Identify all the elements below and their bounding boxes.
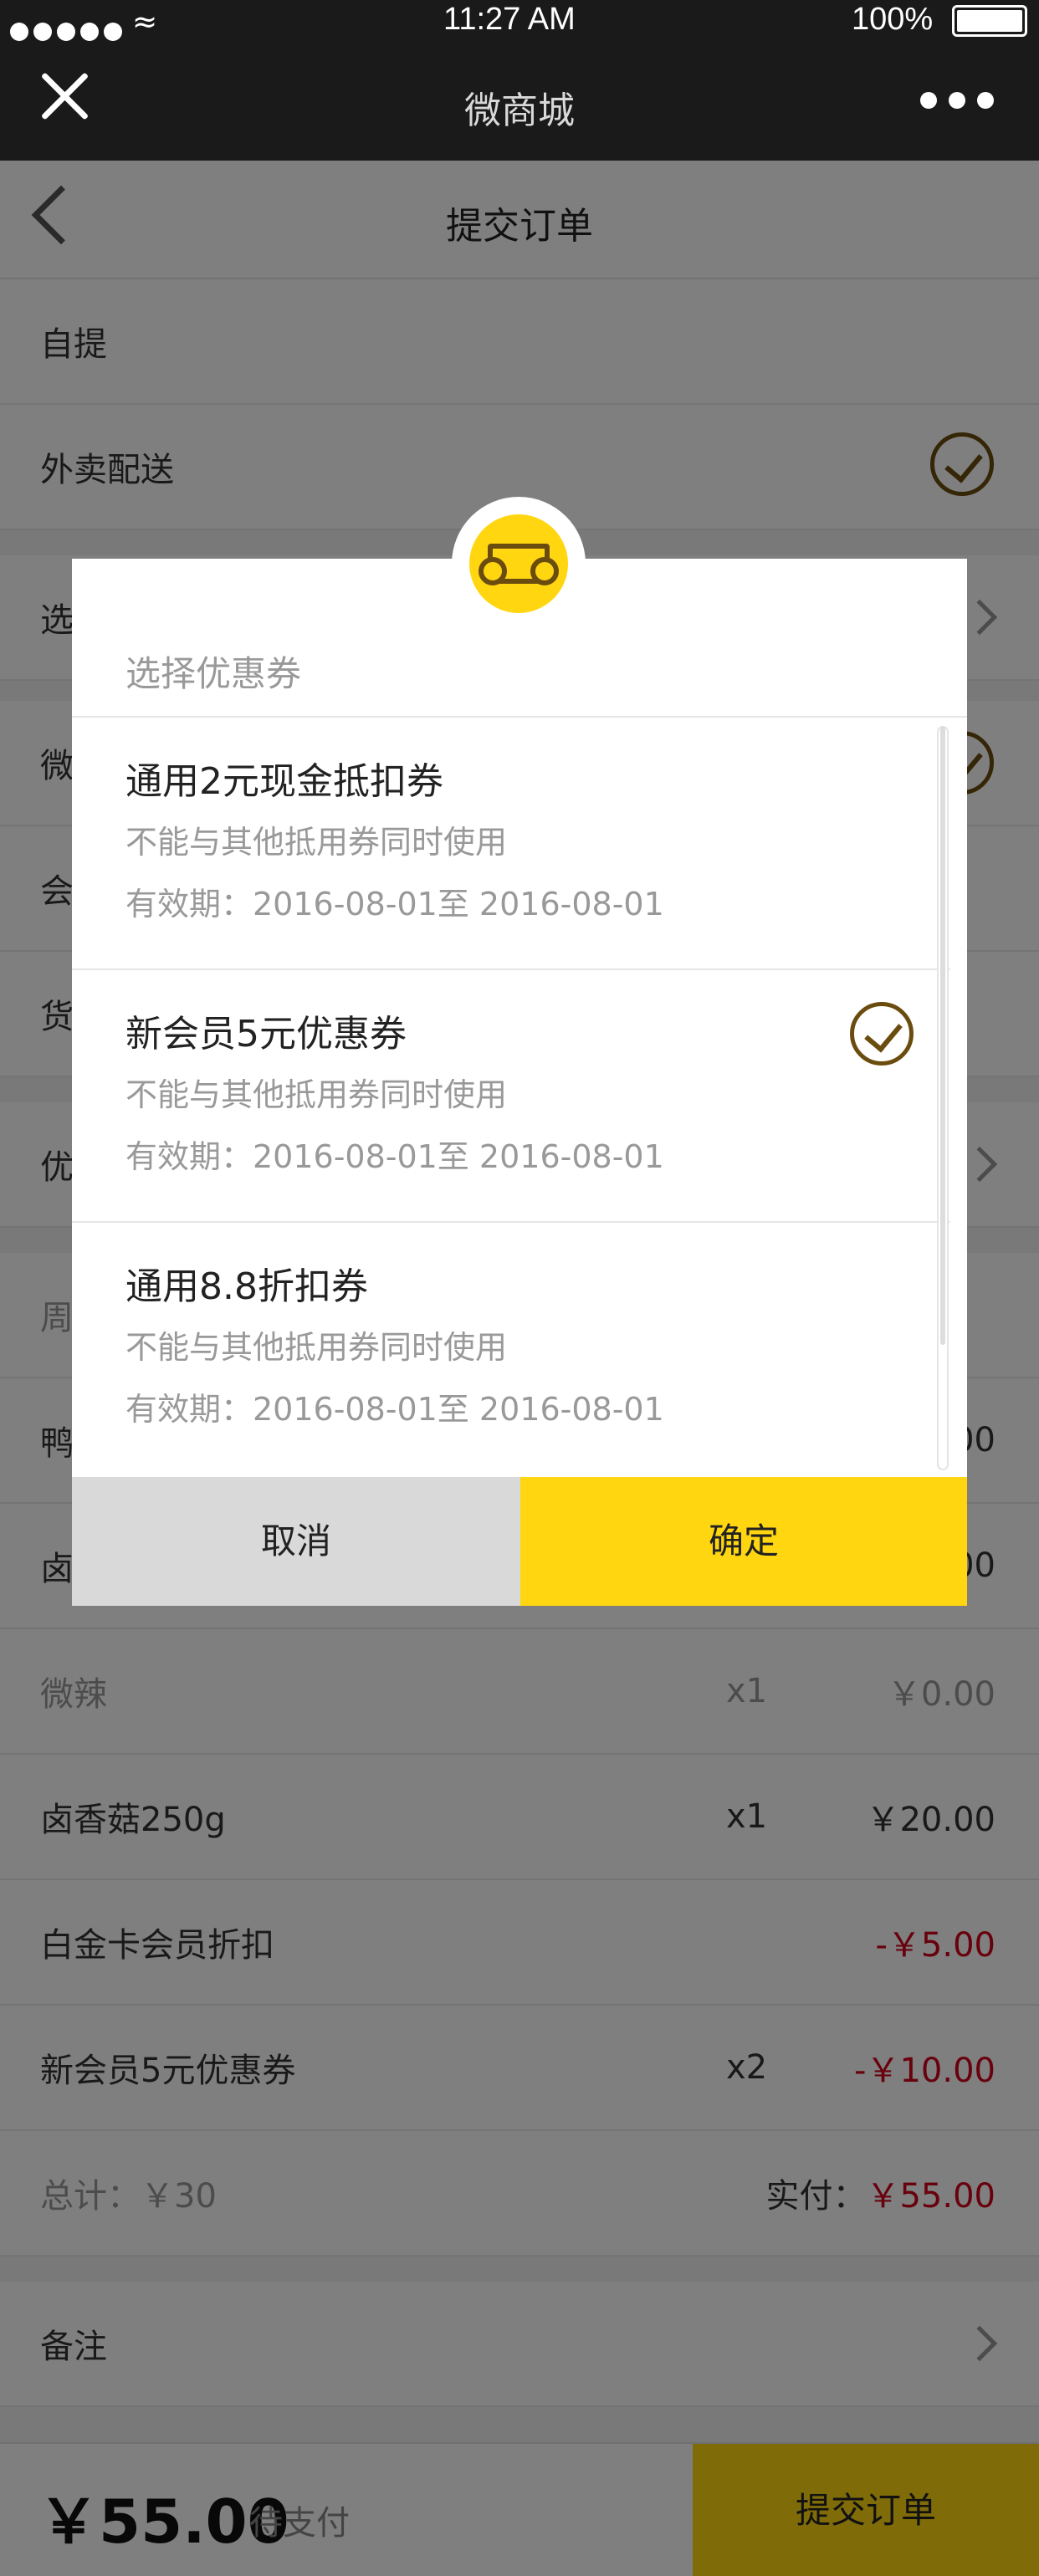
- coupon-dialog: 选择优惠券 通用2元现金抵扣券 不能与其他抵用券同时使用 有效期：2016-08…: [72, 559, 967, 1606]
- dialog-title: 选择优惠券: [125, 653, 302, 694]
- coupon-scrollbar-thumb[interactable]: [940, 726, 945, 1345]
- coupon-name: 新会员5元优惠券: [125, 1013, 407, 1055]
- coupon-name: 通用8.8折扣券: [125, 1265, 368, 1308]
- check-icon: [850, 1002, 914, 1066]
- coupon-item[interactable]: 通用8.8折扣券 不能与其他抵用券同时使用 有效期：2016-08-01至 20…: [72, 1223, 950, 1475]
- coupon-name: 通用2元现金抵扣券: [125, 760, 443, 803]
- coupon-desc: 不能与其他抵用券同时使用: [125, 1076, 508, 1113]
- battery-percent: 100%: [852, 2, 934, 37]
- wechat-title: 微商城: [464, 89, 575, 132]
- coupon-badge: [469, 514, 568, 613]
- coupon-validity: 有效期：2016-08-01至 2016-08-01: [125, 1138, 664, 1175]
- wechat-bar: 微商城: [0, 43, 1039, 161]
- coupon-validity: 有效期：2016-08-01至 2016-08-01: [125, 1391, 664, 1428]
- coupon-item-selected[interactable]: 新会员5元优惠券 不能与其他抵用券同时使用 有效期：2016-08-01至 20…: [72, 970, 950, 1223]
- status-time: 11:27 AM: [443, 2, 576, 37]
- ticket-icon: [479, 544, 559, 585]
- coupon-desc: 不能与其他抵用券同时使用: [125, 824, 508, 861]
- coupon-desc: 不能与其他抵用券同时使用: [125, 1329, 508, 1366]
- confirm-button[interactable]: 确定: [520, 1477, 967, 1606]
- wifi-icon: ≈: [132, 5, 158, 39]
- more-icon[interactable]: [920, 92, 1006, 112]
- cancel-button[interactable]: 取消: [72, 1477, 520, 1606]
- coupon-validity: 有效期：2016-08-01至 2016-08-01: [125, 886, 664, 923]
- status-bar: ≈ 11:27 AM 100%: [0, 0, 1039, 43]
- coupon-item[interactable]: 通用2元现金抵扣券 不能与其他抵用券同时使用 有效期：2016-08-01至 2…: [72, 718, 950, 970]
- battery-icon: [952, 5, 1027, 37]
